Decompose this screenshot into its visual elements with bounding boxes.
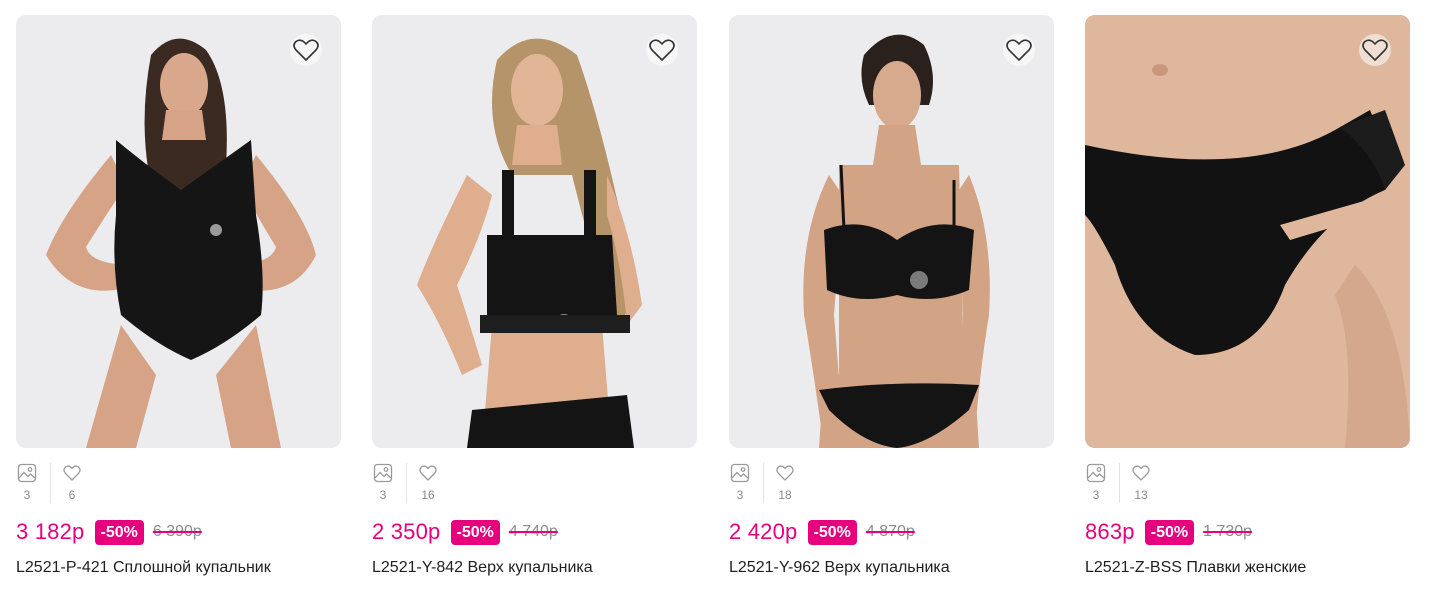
- like-count[interactable]: 18: [774, 463, 796, 502]
- product-stats: 3 13: [1085, 463, 1410, 503]
- product-title[interactable]: L2521-Y-842 Верх купальника: [372, 558, 697, 578]
- heart-outline-icon: [1132, 465, 1150, 481]
- price-row: 863р -50% 1 730р: [1085, 519, 1410, 545]
- photo-count[interactable]: 3: [1085, 463, 1107, 502]
- photo-count[interactable]: 3: [372, 463, 394, 502]
- image-icon: [1086, 463, 1106, 483]
- old-price: 4 870р: [865, 523, 915, 540]
- product-title[interactable]: L2521-Z-BSS Плавки женские: [1085, 558, 1410, 578]
- heart-outline-icon: [419, 465, 437, 481]
- price-row: 2 350р -50% 4 740р: [372, 519, 697, 545]
- divider: [763, 463, 764, 503]
- divider: [50, 463, 51, 503]
- product-stats: 3 18: [729, 463, 1054, 503]
- old-price: 6 390р: [152, 523, 202, 540]
- photo-count[interactable]: 3: [729, 463, 751, 502]
- favorite-button[interactable]: [1358, 34, 1392, 66]
- discount-badge: -50%: [94, 519, 144, 545]
- product-stats: 3 6: [16, 463, 341, 503]
- like-count[interactable]: 16: [417, 463, 439, 502]
- like-count-value: 18: [778, 488, 792, 502]
- image-icon: [730, 463, 750, 483]
- product-image: [372, 15, 697, 448]
- current-price: 2 350р: [372, 519, 441, 544]
- heart-icon: [1003, 34, 1035, 66]
- favorite-button[interactable]: [1002, 34, 1036, 66]
- like-count[interactable]: 13: [1130, 463, 1152, 502]
- product-photo[interactable]: [1085, 15, 1410, 448]
- price-row: 2 420р -50% 4 870р: [729, 519, 1054, 545]
- product-card[interactable]: 3 13 863р -50% 1 730р L2521-Z-BSS Плавки…: [1085, 15, 1410, 578]
- photo-count[interactable]: 3: [16, 463, 38, 502]
- product-photo[interactable]: [16, 15, 341, 448]
- photo-count-value: 3: [379, 488, 387, 502]
- photo-count-value: 3: [23, 488, 31, 502]
- image-icon: [17, 463, 37, 483]
- product-photo[interactable]: [372, 15, 697, 448]
- photo-count-value: 3: [736, 488, 744, 502]
- like-count[interactable]: 6: [61, 463, 83, 502]
- photo-count-value: 3: [1092, 488, 1100, 502]
- heart-icon: [646, 34, 678, 66]
- product-card[interactable]: 3 18 2 420р -50% 4 870р L2521-Y-962 Верх…: [729, 15, 1054, 578]
- product-title[interactable]: L2521-Y-962 Верх купальника: [729, 558, 1054, 578]
- heart-outline-icon: [776, 465, 794, 481]
- product-stats: 3 16: [372, 463, 697, 503]
- old-price: 1 730р: [1203, 523, 1253, 540]
- product-card[interactable]: 3 16 2 350р -50% 4 740р L2521-Y-842 Верх…: [372, 15, 697, 578]
- divider: [1119, 463, 1120, 503]
- divider: [406, 463, 407, 503]
- current-price: 3 182р: [16, 519, 85, 544]
- old-price: 4 740р: [508, 523, 558, 540]
- product-grid: 3 6 3 182р -50% 6 390р L2521-P-421 Сплош…: [0, 0, 1431, 592]
- product-card[interactable]: 3 6 3 182р -50% 6 390р L2521-P-421 Сплош…: [16, 15, 341, 578]
- heart-outline-icon: [63, 465, 81, 481]
- product-image: [1085, 15, 1410, 448]
- favorite-button[interactable]: [645, 34, 679, 66]
- like-count-value: 13: [1134, 488, 1148, 502]
- like-count-value: 16: [421, 488, 435, 502]
- favorite-button[interactable]: [289, 34, 323, 66]
- heart-icon: [290, 34, 322, 66]
- discount-badge: -50%: [1144, 519, 1195, 545]
- price-row: 3 182р -50% 6 390р: [16, 519, 341, 545]
- product-image: [729, 15, 1054, 448]
- heart-icon: [1359, 34, 1391, 66]
- discount-badge: -50%: [450, 519, 500, 545]
- product-title[interactable]: L2521-P-421 Сплошной купальник: [16, 558, 341, 578]
- product-photo[interactable]: [729, 15, 1054, 448]
- discount-badge: -50%: [807, 519, 857, 545]
- current-price: 863р: [1085, 519, 1135, 544]
- like-count-value: 6: [68, 488, 76, 502]
- current-price: 2 420р: [729, 519, 798, 544]
- image-icon: [373, 463, 393, 483]
- product-image: [16, 15, 341, 448]
